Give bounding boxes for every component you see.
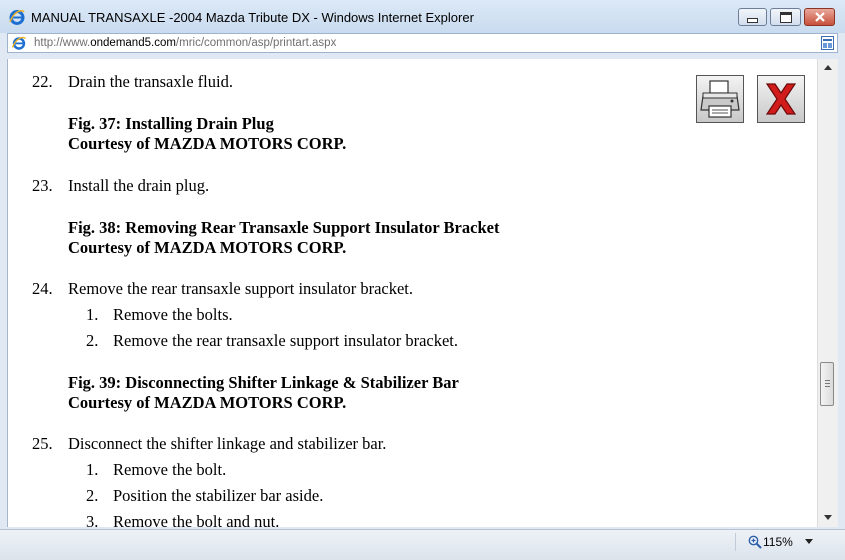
maximize-button[interactable] — [770, 8, 801, 26]
close-icon — [814, 12, 825, 22]
maximize-icon — [779, 11, 792, 23]
sub-step-number: 2. — [86, 486, 99, 505]
step-number: 22. — [32, 72, 53, 91]
vertical-scrollbar[interactable] — [817, 59, 838, 527]
scroll-up-button[interactable] — [818, 59, 838, 76]
page-icon — [12, 36, 26, 50]
grip-line — [825, 380, 830, 381]
sub-step-text: Remove the bolts. — [113, 305, 233, 324]
arrow-up-icon — [824, 65, 832, 70]
step-text: Remove the rear transaxle support insula… — [68, 279, 414, 298]
url-path: /mric/common/asp/printart.aspx — [175, 37, 337, 49]
figure-credit: Courtesy of MAZDA MOTORS CORP. — [68, 393, 347, 412]
figure-credit: Courtesy of MAZDA MOTORS CORP. — [68, 238, 347, 257]
figure-title: Fig. 39: Disconnecting Shifter Linkage &… — [68, 373, 459, 392]
step-25: 25. Disconnect the shifter linkage and st… — [32, 434, 386, 454]
print-button[interactable] — [696, 75, 744, 123]
sub-step-number: 2. — [86, 331, 99, 350]
address-bar[interactable]: http://www.ondemand5.com/mric/common/asp… — [7, 33, 838, 53]
zoom-level[interactable]: 115% — [763, 535, 793, 549]
red-x-icon — [765, 83, 797, 115]
figure-37-caption: Fig. 37: Installing Drain Plug Courtesy … — [68, 114, 346, 154]
step-23: 23. Install the drain plug. — [32, 176, 209, 196]
url-text[interactable]: http://www.ondemand5.com/mric/common/asp… — [34, 37, 336, 49]
sub-step-number: 1. — [86, 305, 99, 324]
sub-step-text: Remove the bolt. — [113, 460, 227, 479]
scroll-thumb[interactable] — [820, 362, 834, 406]
sub-step-number: 1. — [86, 460, 99, 479]
step-25-sub-2: 2. Position the stabilizer bar aside. — [86, 486, 323, 506]
scroll-down-button[interactable] — [818, 509, 838, 526]
window-title: MANUAL TRANSAXLE -2004 Mazda Tribute DX … — [31, 10, 474, 25]
step-text: Install the drain plug. — [68, 176, 210, 195]
step-number: 24. — [32, 279, 53, 298]
figure-title: Fig. 37: Installing Drain Plug — [68, 114, 274, 133]
status-bar: 115% — [0, 529, 845, 560]
figure-credit: Courtesy of MAZDA MOTORS CORP. — [68, 134, 347, 153]
step-text: Disconnect the shifter linkage and stabi… — [68, 434, 387, 453]
url-domain: ondemand5.com — [90, 37, 176, 49]
ie-logo-icon — [9, 10, 25, 25]
sub-step-text: Position the stabilizer bar aside. — [113, 486, 324, 505]
status-divider — [735, 533, 736, 551]
close-page-button[interactable] — [757, 75, 805, 123]
step-24-sub-2: 2. Remove the rear transaxle support insu… — [86, 331, 458, 351]
compatibility-view-icon[interactable] — [821, 36, 834, 50]
sub-step-number: 3. — [86, 512, 99, 527]
content-area: 22. Drain the transaxle fluid. Fig. 37: I… — [7, 59, 817, 527]
step-text: Drain the transaxle fluid. — [68, 72, 233, 91]
url-prefix: http://www. — [34, 37, 91, 49]
step-25-sub-1: 1. Remove the bolt. — [86, 460, 226, 480]
zoom-magnifier-icon[interactable] — [748, 535, 762, 549]
minimize-button[interactable] — [738, 8, 767, 26]
arrow-down-icon — [824, 515, 832, 520]
step-22: 22. Drain the transaxle fluid. — [32, 72, 233, 92]
figure-title: Fig. 38: Removing Rear Transaxle Support… — [68, 218, 500, 237]
minimize-icon — [747, 17, 758, 23]
sub-step-text: Remove the bolt and nut. — [113, 512, 280, 527]
printer-icon — [700, 80, 740, 118]
sub-step-text: Remove the rear transaxle support insula… — [113, 331, 459, 350]
step-24-sub-1: 1. Remove the bolts. — [86, 305, 233, 325]
figure-39-caption: Fig. 39: Disconnecting Shifter Linkage &… — [68, 373, 459, 413]
close-button[interactable] — [804, 8, 835, 26]
step-24: 24. Remove the rear transaxle support ins… — [32, 279, 413, 299]
step-number: 25. — [32, 434, 53, 453]
grip-line — [825, 386, 830, 387]
grip-line — [825, 383, 830, 384]
step-25-sub-3: 3. Remove the bolt and nut. — [86, 512, 279, 527]
title-bar[interactable]: MANUAL TRANSAXLE -2004 Mazda Tribute DX … — [0, 0, 845, 33]
step-number: 23. — [32, 176, 53, 195]
zoom-dropdown-icon[interactable] — [805, 539, 813, 544]
figure-38-caption: Fig. 38: Removing Rear Transaxle Support… — [68, 218, 499, 258]
